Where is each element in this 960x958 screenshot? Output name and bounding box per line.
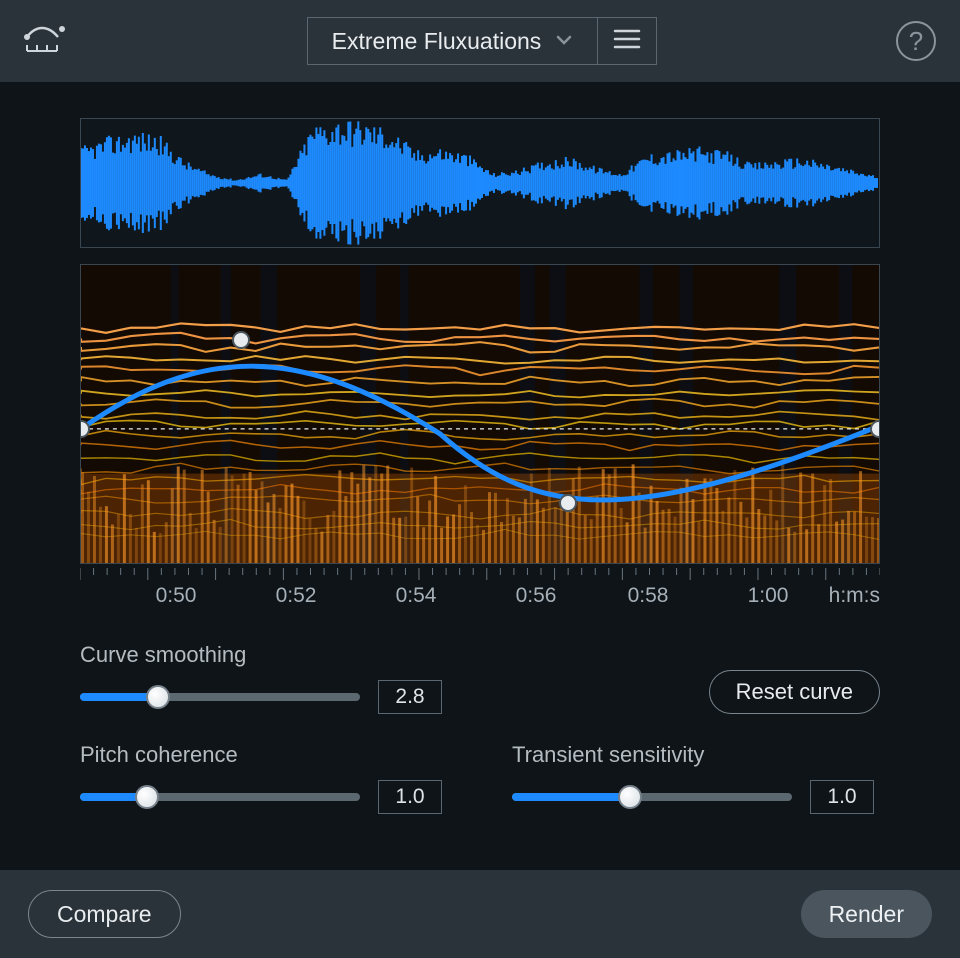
curve-smoothing-value[interactable]: 2.8	[378, 680, 442, 714]
render-button[interactable]: Render	[801, 890, 932, 938]
hamburger-icon	[613, 28, 641, 55]
preset-name: Extreme Fluxuations	[332, 28, 542, 55]
curve-smoothing-slider[interactable]	[80, 687, 360, 707]
preset-dropdown[interactable]: Extreme Fluxuations	[307, 17, 597, 65]
top-bar: Extreme Fluxuations ?	[0, 0, 960, 82]
help-button[interactable]: ?	[896, 21, 936, 61]
curve-smoothing-label: Curve smoothing	[80, 642, 442, 668]
pitch-coherence-control: Pitch coherence 1.0	[80, 742, 442, 814]
pitch-contour-icon	[24, 19, 68, 63]
curve-handle[interactable]	[232, 331, 250, 349]
time-ruler: 0:50 0:52 0:54 0:56 0:58 1:00 h:m:s	[80, 568, 880, 616]
ruler-tick-label: 0:56	[516, 584, 557, 608]
main-panel: 0:50 0:52 0:54 0:56 0:58 1:00 h:m:s Curv…	[0, 82, 960, 870]
curve-handle[interactable]	[559, 494, 577, 512]
curve-controls-row: Curve smoothing 2.8 Reset curve	[80, 642, 880, 714]
preset-controls: Extreme Fluxuations	[307, 17, 657, 65]
ruler-tick-label: 0:52	[276, 584, 317, 608]
ruler-unit-label: h:m:s	[829, 584, 880, 608]
pitch-coherence-label: Pitch coherence	[80, 742, 442, 768]
transient-sensitivity-label: Transient sensitivity	[512, 742, 874, 768]
waveform-overview[interactable]	[80, 118, 880, 248]
reset-curve-button[interactable]: Reset curve	[709, 670, 880, 714]
curve-smoothing-control: Curve smoothing 2.8	[80, 642, 442, 714]
transient-sensitivity-value[interactable]: 1.0	[810, 780, 874, 814]
help-icon: ?	[909, 26, 923, 57]
pitch-coherence-value[interactable]: 1.0	[378, 780, 442, 814]
ruler-tick-label: 0:58	[628, 584, 669, 608]
bottom-bar: Compare Render	[0, 870, 960, 958]
preset-menu-button[interactable]	[597, 17, 657, 65]
spectrogram-curve-editor[interactable]	[80, 264, 880, 564]
transient-sensitivity-control: Transient sensitivity 1.0	[512, 742, 874, 814]
ruler-tick-label: 1:00	[748, 584, 789, 608]
ruler-tick-label: 0:54	[396, 584, 437, 608]
app-root: Extreme Fluxuations ?	[0, 0, 960, 958]
compare-button[interactable]: Compare	[28, 890, 181, 938]
transient-sensitivity-slider[interactable]	[512, 787, 792, 807]
chevron-down-icon	[555, 28, 573, 55]
advanced-controls-row: Pitch coherence 1.0 Transient sensitivit…	[80, 742, 880, 814]
ruler-tick-label: 0:50	[156, 584, 197, 608]
pitch-coherence-slider[interactable]	[80, 787, 360, 807]
